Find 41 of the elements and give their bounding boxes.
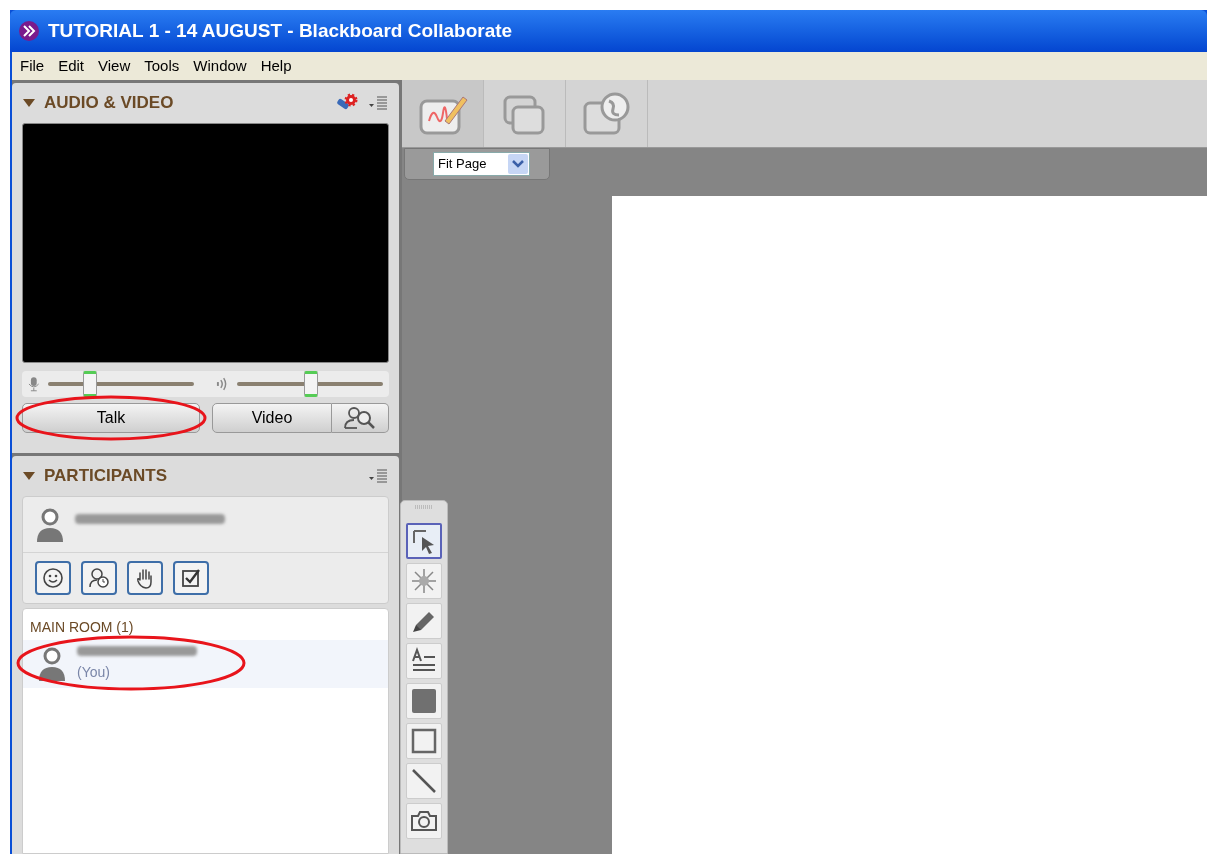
window-title: TUTORIAL 1 - 14 AUGUST - Blackboard Collaborate <box>48 18 513 43</box>
filled-rectangle-icon <box>410 687 438 715</box>
video-button[interactable]: Video <box>212 403 332 433</box>
person-icon <box>35 507 65 542</box>
drag-handle-icon[interactable] <box>414 505 434 509</box>
away-button[interactable] <box>81 561 117 595</box>
menu-item[interactable]: Window <box>193 54 247 78</box>
speaker-icon <box>215 377 229 391</box>
video-search-button[interactable] <box>332 403 389 433</box>
app-logo-icon <box>18 20 40 42</box>
microphone-icon <box>28 376 40 392</box>
talk-button[interactable]: Talk <box>22 403 200 433</box>
you-label: (You) <box>77 662 111 682</box>
menu-item[interactable]: Help <box>260 54 292 78</box>
menu-item[interactable]: Tools <box>144 54 180 78</box>
line-icon <box>410 767 438 795</box>
polling-button[interactable] <box>173 561 209 595</box>
raise-hand-button[interactable] <box>127 561 163 595</box>
emoticon-button[interactable] <box>35 561 71 595</box>
panel-title: AUDIO & VIDEO <box>44 92 174 115</box>
camera-icon <box>410 809 438 833</box>
collapse-triangle-icon[interactable] <box>22 471 36 481</box>
checkbox-icon <box>180 567 202 589</box>
microphone-slider[interactable] <box>82 371 97 397</box>
zoom-dropdown[interactable]: Fit Page <box>433 152 530 176</box>
tool-button[interactable] <box>406 523 442 559</box>
collapse-triangle-icon[interactable] <box>22 98 36 108</box>
smiley-icon <box>42 567 64 589</box>
person-clock-icon <box>88 567 110 589</box>
menu-item[interactable]: File <box>20 54 45 78</box>
speaker-slider[interactable] <box>303 371 318 397</box>
menu-item[interactable]: Edit <box>58 54 85 78</box>
panel-menu-icon[interactable] <box>367 95 389 111</box>
panel-menu-icon[interactable] <box>367 468 389 484</box>
menu-item[interactable]: View <box>98 54 131 78</box>
sparkle-icon <box>410 567 438 595</box>
room-heading: MAIN ROOM (1) <box>29 618 135 637</box>
panel-title: PARTICIPANTS <box>44 465 168 488</box>
person-search-icon <box>343 406 377 430</box>
person-icon <box>37 647 67 681</box>
rectangle-icon <box>410 727 438 755</box>
